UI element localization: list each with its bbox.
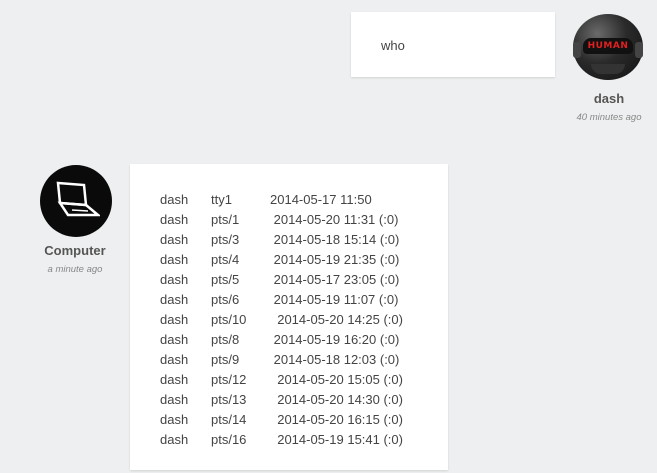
output-user: dash [160,411,189,427]
output-tty: pts/13 [211,391,247,407]
output-time: 2014-05-19 15:41 (:0) [270,431,403,447]
output-user: dash [160,391,189,407]
output-user: dash [160,271,189,287]
output-row: dash pts/12 2014-05-20 15:05 (:0) [160,369,403,389]
helmet-ear-right [635,42,643,58]
output-user: dash [160,311,189,327]
output-time: 2014-05-17 11:50 [270,191,372,207]
output-row: dash pts/8 2014-05-19 16:20 (:0) [160,329,403,349]
output-time: 2014-05-20 14:25 (:0) [270,311,403,327]
output-row: dash pts/9 2014-05-18 12:03 (:0) [160,349,403,369]
output-row: dash pts/3 2014-05-18 15:14 (:0) [160,229,403,249]
user-message-bubble: who [351,12,555,77]
output-user: dash [160,251,189,267]
output-row: dash pts/13 2014-05-20 14:30 (:0) [160,389,403,409]
helmet-visor: HUMAN [583,38,633,54]
output-tty: pts/16 [211,431,247,447]
output-row: dash pts/10 2014-05-20 14:25 (:0) [160,309,403,329]
output-user: dash [160,231,189,247]
output-row: dash pts/1 2014-05-20 11:31 (:0) [160,209,403,229]
who-output-table: dash tty1 2014-05-17 11:50 dash pts/1 2014-0… [160,189,403,449]
output-tty: pts/1 [211,211,240,227]
output-tty: pts/5 [211,271,240,287]
computer-output-bubble: dash tty1 2014-05-17 11:50 dash pts/1 2014-0… [130,164,448,470]
output-tty: tty1 [211,191,232,207]
output-time: 2014-05-18 12:03 (:0) [270,351,400,367]
output-time: 2014-05-20 14:30 (:0) [270,391,403,407]
output-user: dash [160,371,189,387]
output-tty: pts/10 [211,311,247,327]
output-row: dash pts/6 2014-05-19 11:07 (:0) [160,289,403,309]
user-author-name: dash [593,91,625,106]
output-user: dash [160,431,189,447]
output-row: dash pts/4 2014-05-19 21:35 (:0) [160,249,403,269]
output-time: 2014-05-19 21:35 (:0) [270,251,400,267]
output-tty: pts/3 [211,231,240,247]
output-user: dash [160,351,189,367]
output-row: dash pts/14 2014-05-20 16:15 (:0) [160,409,403,429]
output-tty: pts/9 [211,351,240,367]
output-time: 2014-05-18 15:14 (:0) [270,231,400,247]
output-tty: pts/14 [211,411,247,427]
human-helmet-icon: HUMAN [573,14,643,80]
output-row: dash pts/5 2014-05-17 23:05 (:0) [160,269,403,289]
user-message-time: 40 minutes ago [576,112,642,123]
output-time: 2014-05-20 11:31 (:0) [270,211,399,227]
output-user: dash [160,191,189,207]
computer-author-name: Computer [44,243,106,258]
output-tty: pts/4 [211,251,240,267]
output-time: 2014-05-20 16:15 (:0) [270,411,403,427]
laptop-icon [40,165,112,237]
output-time: 2014-05-19 16:20 (:0) [270,331,400,347]
output-tty: pts/8 [211,331,240,347]
output-time: 2014-05-20 15:05 (:0) [270,371,403,387]
output-time: 2014-05-17 23:05 (:0) [270,271,400,287]
user-message-text: who [381,38,405,53]
helmet-ear-left [573,42,581,58]
output-row: dash tty1 2014-05-17 11:50 [160,189,403,209]
output-user: dash [160,291,189,307]
output-row: dash pts/16 2014-05-19 15:41 (:0) [160,429,403,449]
output-time: 2014-05-19 11:07 (:0) [270,291,399,307]
output-tty: pts/6 [211,291,240,307]
output-tty: pts/12 [211,371,247,387]
output-user: dash [160,211,189,227]
computer-message-time: a minute ago [47,264,103,275]
helmet-chin [591,64,625,74]
avatar-label: HUMAN [587,41,629,51]
output-user: dash [160,331,189,347]
